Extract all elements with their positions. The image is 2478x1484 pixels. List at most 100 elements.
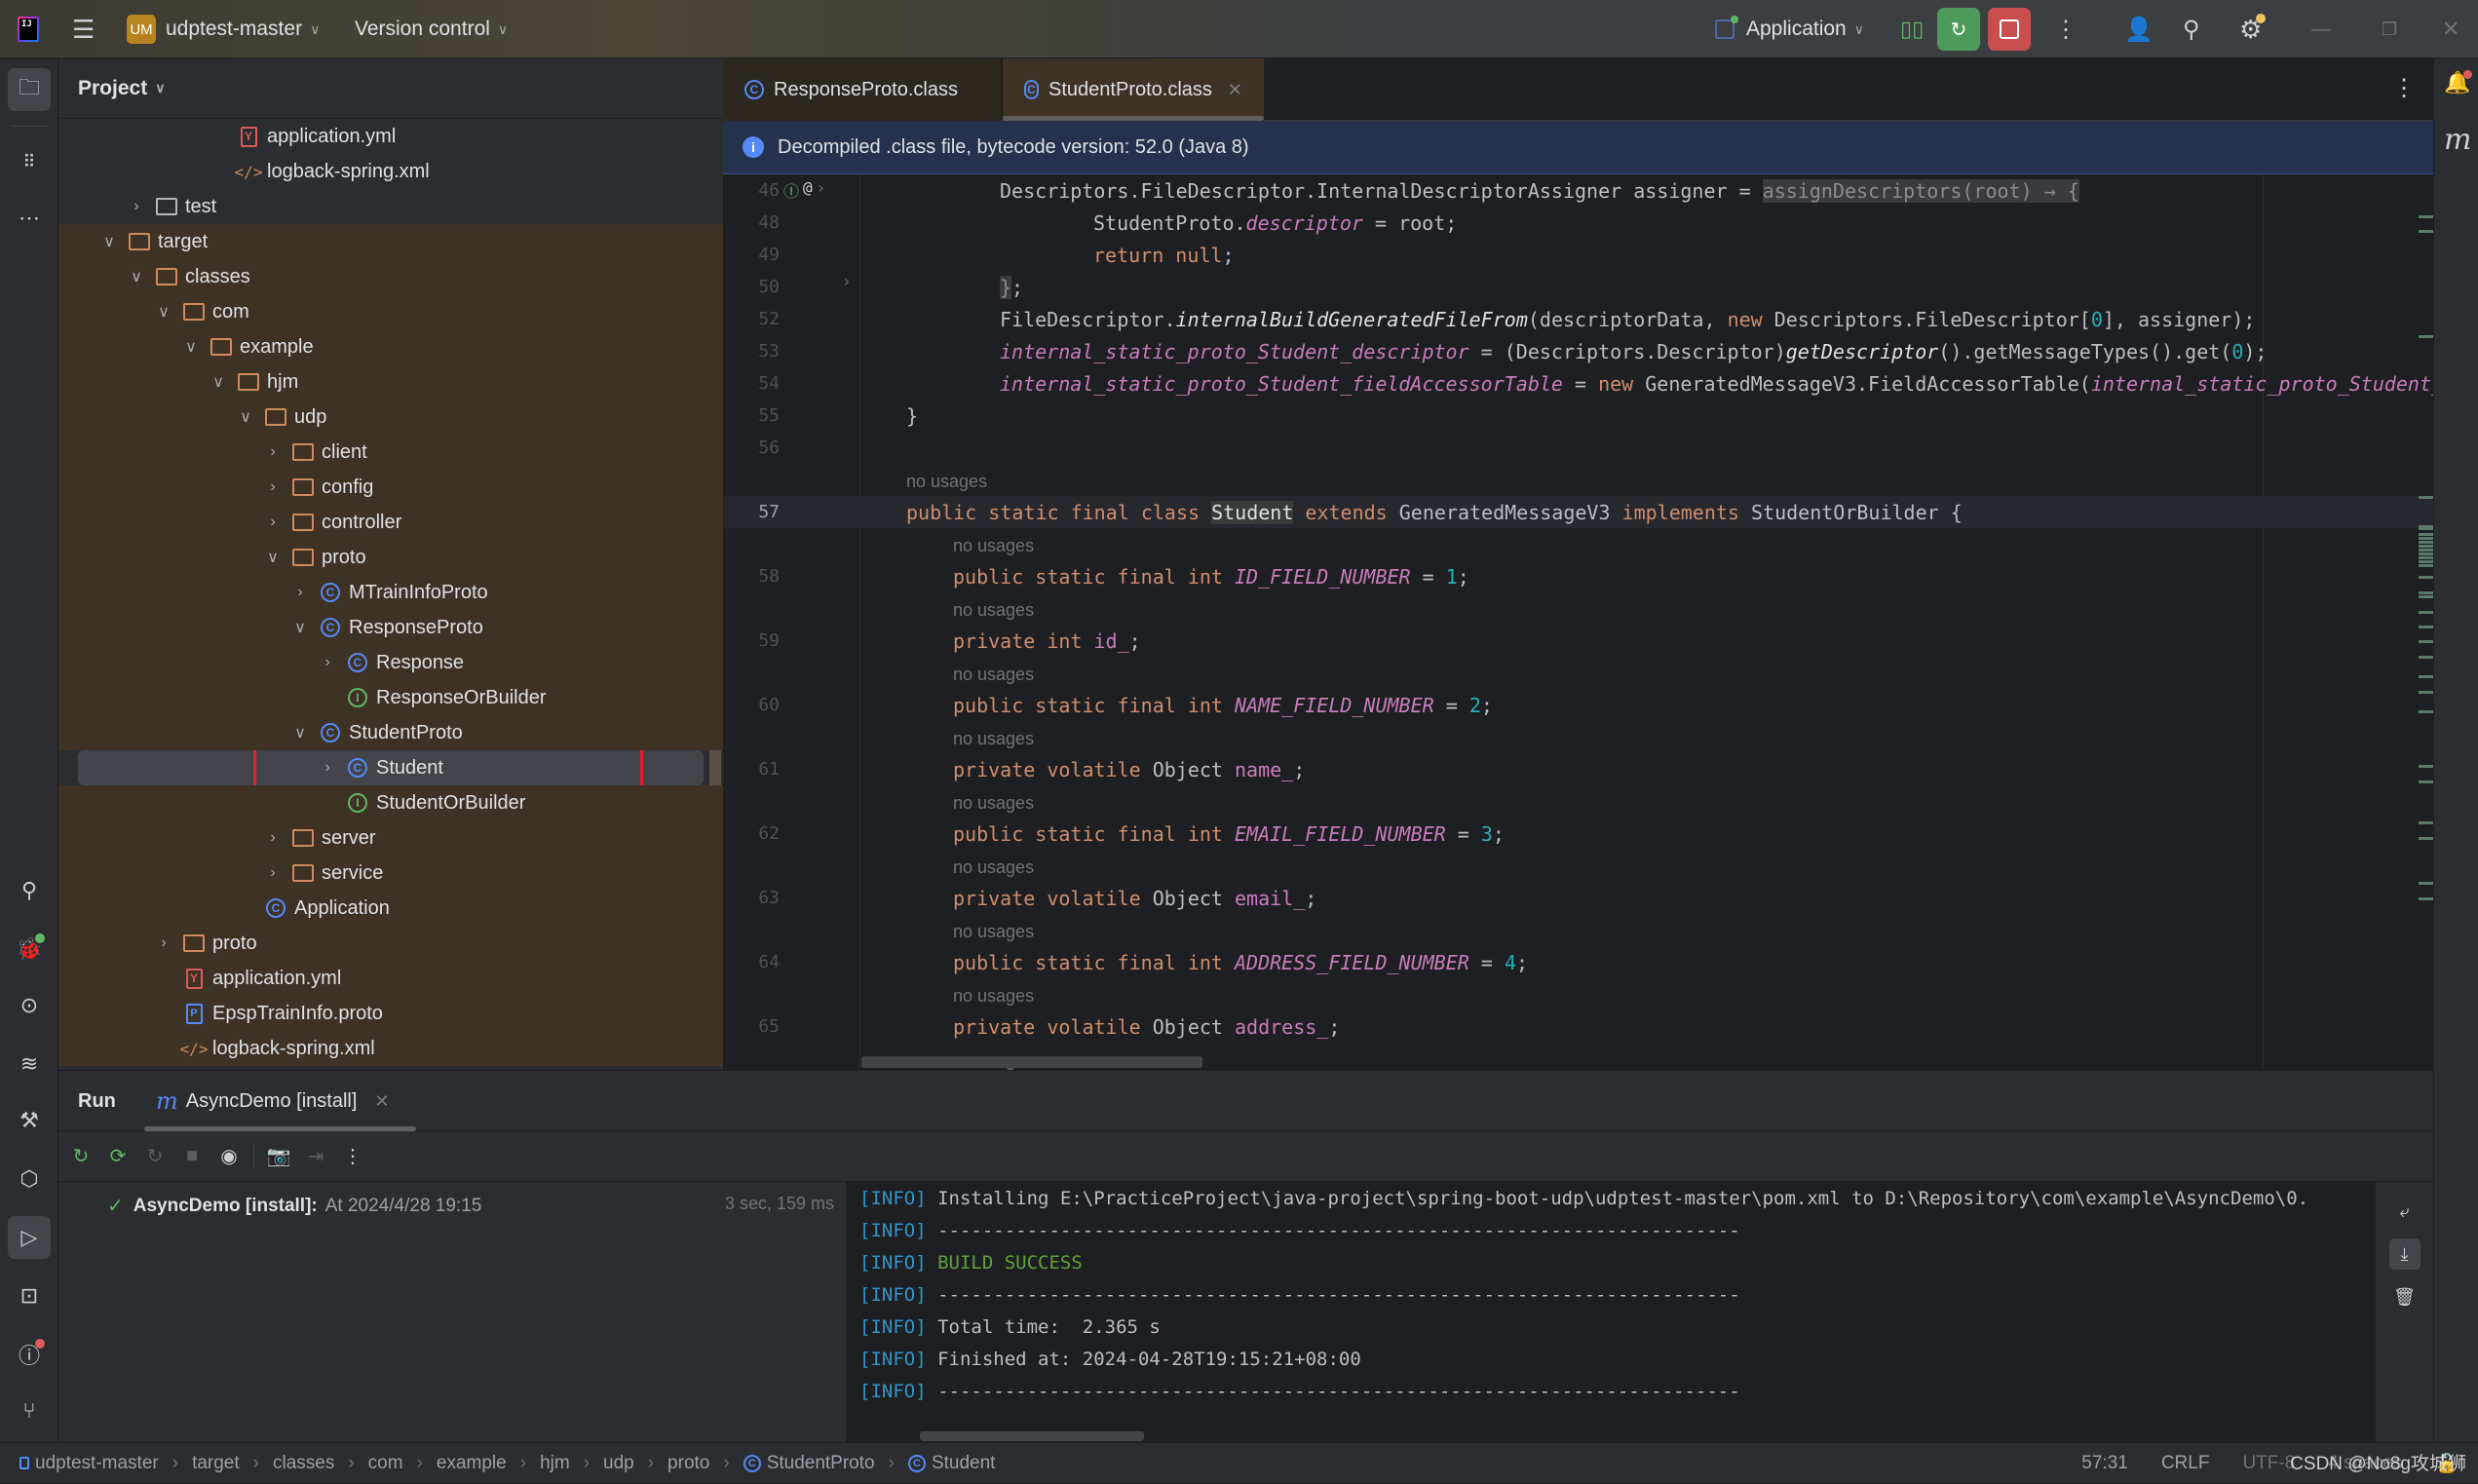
tree-item[interactable]: ∨ example [58, 329, 723, 364]
more-tools-button[interactable]: ⋯ [8, 197, 51, 240]
terminal-tool-button[interactable]: ⊡ [8, 1275, 51, 1317]
stripe-marker[interactable] [2419, 591, 2433, 594]
no-usages-hint[interactable]: no usages [953, 600, 1034, 620]
tree-item[interactable]: ∨ udp [58, 400, 723, 435]
no-usages-hint[interactable]: no usages [953, 857, 1034, 877]
tree-item[interactable]: </> logback-spring.xml [58, 1031, 723, 1066]
tree-item[interactable]: ∨ C StudentProto [58, 715, 723, 750]
soft-wrap-icon[interactable]: ⤶ [2389, 1196, 2421, 1227]
chevron-right-icon[interactable]: › [127, 198, 146, 215]
console-output[interactable]: [INFO] Installing E:\PracticeProject\jav… [846, 1182, 2376, 1443]
maven-tool-button[interactable]: m [2444, 123, 2471, 157]
services-tool-button[interactable]: ⊙ [8, 984, 51, 1027]
chevron-right-icon[interactable]: › [263, 443, 283, 461]
tab-options-icon[interactable]: ⋮ [2392, 74, 2416, 102]
more-actions-icon[interactable]: ⋮ [2054, 0, 2078, 58]
stripe-marker[interactable] [2419, 640, 2433, 643]
search-tool-button[interactable]: ⚲ [8, 869, 51, 912]
project-tool-button[interactable]: 🗀 [8, 68, 51, 111]
console-horizontal-scrollbar[interactable] [920, 1431, 1144, 1441]
structure-tool-button[interactable]: ⠿ [8, 140, 51, 183]
chevron-right-icon[interactable]: › [263, 478, 283, 496]
no-usages-hint[interactable]: no usages [953, 536, 1034, 555]
breadcrumb-item[interactable]: udp [603, 1453, 634, 1474]
run-node[interactable]: ✓ AsyncDemo [install]: At 2024/4/28 19:1… [107, 1194, 481, 1218]
endpoints-tool-button[interactable]: ⬡ [8, 1158, 51, 1200]
tree-item[interactable]: › proto [58, 926, 723, 961]
breadcrumb-item[interactable]: C Student [907, 1453, 995, 1474]
tree-item[interactable]: ∨ proto [58, 540, 723, 575]
caret-position[interactable]: 57:31 [2081, 1453, 2128, 1474]
file-encoding[interactable]: UTF-8 [2242, 1453, 2295, 1474]
stripe-marker[interactable] [2419, 765, 2433, 768]
implementing-method-icon[interactable]: Ⓘ [783, 178, 799, 202]
intellij-logo-icon[interactable]: IJ [18, 0, 39, 58]
rerun-icon[interactable]: ↻ [68, 1144, 94, 1169]
project-panel-header[interactable]: Project ∨ [58, 58, 723, 119]
tree-item[interactable]: Yapplication.yml [58, 119, 723, 154]
tree-item[interactable]: › C Response [58, 645, 723, 680]
tree-item[interactable]: </> logback-spring.xml [58, 154, 723, 189]
fold-arrow-icon[interactable]: › [842, 272, 852, 290]
tree-item[interactable]: I ResponseOrBuilder [58, 680, 723, 715]
tree-item[interactable]: ∨ target [58, 224, 723, 259]
run-tool-button[interactable]: ▷ [8, 1216, 51, 1259]
stripe-marker[interactable] [2419, 780, 2433, 783]
layers-tool-button[interactable]: ≋ [8, 1043, 51, 1085]
stripe-marker[interactable] [2419, 710, 2433, 713]
export-icon[interactable]: ⇥ [303, 1144, 328, 1169]
tree-item[interactable]: › C Student [58, 750, 723, 785]
stripe-marker[interactable] [2419, 611, 2433, 614]
chevron-down-icon[interactable]: ∨ [290, 618, 310, 637]
stripe-marker[interactable] [2419, 533, 2433, 536]
minimize-button[interactable]: — [2311, 0, 2331, 58]
stripe-marker[interactable] [2419, 656, 2433, 659]
chevron-down-icon[interactable]: ∨ [209, 372, 228, 392]
tree-item[interactable]: › config [58, 470, 723, 505]
breadcrumb-item[interactable]: target [192, 1453, 240, 1474]
tree-item[interactable]: › test [58, 189, 723, 224]
notifications-button[interactable]: 🔔 [2444, 70, 2473, 95]
stop-icon[interactable]: ■ [179, 1144, 205, 1169]
breadcrumb-item[interactable]: classes [273, 1453, 334, 1474]
stripe-marker[interactable] [2419, 541, 2433, 544]
tree-item[interactable]: ∨ C ResponseProto [58, 610, 723, 645]
stripe-marker[interactable] [2419, 882, 2433, 885]
stripe-marker[interactable] [2419, 556, 2433, 559]
no-usages-hint[interactable]: no usages [906, 472, 987, 491]
build-tool-button[interactable]: ⚒ [8, 1099, 51, 1142]
restore-button[interactable]: ❐ [2382, 0, 2397, 58]
stripe-marker[interactable] [2419, 545, 2433, 548]
no-usages-hint[interactable]: no usages [953, 986, 1034, 1006]
no-usages-hint[interactable]: no usages [953, 665, 1034, 684]
rerun-failed-icon[interactable]: ⟳ [105, 1144, 131, 1169]
stripe-marker[interactable] [2419, 821, 2433, 824]
view-options-icon[interactable]: ◉ [216, 1144, 242, 1169]
tree-item[interactable]: Yapplication.yml [58, 961, 723, 996]
more-options-icon[interactable]: ⋮ [340, 1144, 365, 1169]
run-config-selector[interactable]: Application ∨ [1715, 0, 1864, 58]
chevron-right-icon[interactable]: › [263, 829, 283, 847]
scroll-to-end-icon[interactable]: ⤓ [2388, 1238, 2421, 1270]
tree-item[interactable]: › client [58, 435, 723, 470]
breadcrumb-item[interactable]: com [368, 1453, 403, 1474]
stripe-marker[interactable] [2419, 230, 2433, 233]
close-tab-icon[interactable]: ✕ [374, 1091, 389, 1112]
git-tool-button[interactable]: ⑂ [8, 1389, 51, 1432]
chevron-right-icon[interactable]: › [263, 514, 283, 531]
stripe-marker[interactable] [2419, 537, 2433, 540]
stripe-marker[interactable] [2419, 595, 2433, 598]
tree-item[interactable]: › server [58, 820, 723, 856]
stripe-marker[interactable] [2419, 335, 2433, 338]
tree-item[interactable]: ∨ hjm [58, 364, 723, 400]
close-tab-icon[interactable]: ✕ [1228, 80, 1242, 100]
tab-responseproto[interactable]: C ResponseProto.class [723, 58, 1001, 121]
chevron-right-icon[interactable]: › [318, 759, 337, 777]
annotation-icon[interactable]: @ [803, 178, 813, 202]
stripe-marker[interactable] [2419, 564, 2433, 567]
stripe-marker[interactable] [2419, 552, 2433, 555]
chevron-down-icon[interactable]: ∨ [127, 267, 146, 286]
stripe-marker[interactable] [2419, 527, 2433, 530]
tree-item[interactable]: I StudentOrBuilder [58, 785, 723, 820]
chevron-down-icon[interactable]: ∨ [154, 302, 173, 322]
